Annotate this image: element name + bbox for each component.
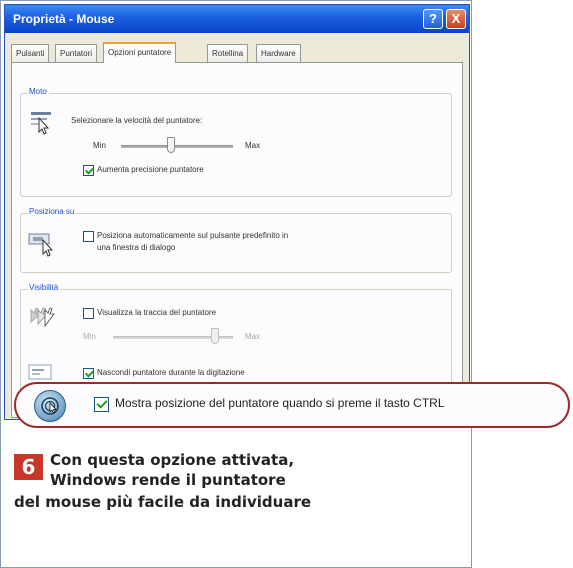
pointer-location-glyph: [41, 397, 59, 415]
speed-slider-thumb[interactable]: [167, 137, 176, 153]
trails-max-label: Max: [245, 332, 261, 341]
caption-line-3: del mouse più facile da individuare: [14, 493, 312, 511]
title-bar[interactable]: Proprietà - Mouse ? X: [5, 5, 469, 33]
hide-while-typing-label: Nascondi puntatore durante la digitazion…: [97, 368, 245, 377]
pointer-trails-icon: [30, 307, 55, 328]
enhance-precision-checkbox[interactable]: [83, 165, 94, 176]
speed-label: Selezionare la velocità del puntatore:: [71, 116, 203, 125]
pointer-location-icon: [34, 390, 66, 422]
caption-line-2: Windows rende il puntatore: [50, 471, 286, 489]
snap-to-group: Posiziona su Posiziona automaticamente s…: [20, 207, 452, 273]
show-location-label: Mostra posizione del puntatore quando si…: [115, 396, 445, 410]
pointer-trails-checkbox[interactable]: [83, 308, 94, 319]
step-number-badge: 6: [14, 454, 43, 480]
tab-hardware[interactable]: Hardware: [256, 44, 301, 62]
show-location-checkbox[interactable]: [94, 397, 109, 412]
tab-pulsanti[interactable]: Pulsanti: [11, 44, 50, 62]
close-button[interactable]: X: [446, 9, 466, 29]
hide-while-typing-checkbox[interactable]: [83, 368, 94, 379]
caption-line-1: Con questa opzione attivata,: [50, 451, 295, 469]
hide-while-typing-icon: [28, 364, 52, 380]
speed-min-label: Min: [93, 141, 106, 150]
options-panel: Moto Selezionare la velocità del puntato…: [11, 62, 463, 418]
snap-to-label-line1: Posiziona automaticamente sul pulsante p…: [97, 231, 289, 240]
motion-group: Moto Selezionare la velocità del puntato…: [20, 87, 452, 197]
help-button[interactable]: ?: [423, 9, 443, 29]
speed-max-label: Max: [245, 141, 261, 150]
mouse-properties-dialog: Proprietà - Mouse ? X Pulsanti Puntatori…: [4, 4, 470, 420]
snap-to-label-line2: una finestra di dialogo: [97, 243, 176, 252]
speed-slider-track[interactable]: [121, 145, 233, 148]
snap-to-checkbox[interactable]: [83, 231, 94, 242]
visibility-group-label: Visibilità: [27, 283, 61, 292]
enhance-precision-label: Aumenta precisione puntatore: [97, 165, 204, 174]
tab-opzioni-puntatore[interactable]: Opzioni puntatore: [103, 42, 177, 63]
pointer-trails-label: Visualizza la traccia del puntatore: [97, 308, 217, 317]
motion-group-label: Moto: [27, 87, 49, 96]
show-location-highlight: Mostra posizione del puntatore quando si…: [14, 382, 570, 428]
tab-rotellina[interactable]: Rotellina: [207, 44, 249, 62]
pointer-speed-icon: [31, 112, 51, 135]
window-title: Proprietà - Mouse: [13, 12, 115, 26]
snap-to-group-label: Posiziona su: [27, 207, 77, 216]
trails-slider-thumb[interactable]: [211, 328, 219, 344]
trails-min-label: Min: [83, 332, 96, 341]
tab-puntatori[interactable]: Puntatori: [55, 44, 98, 62]
snap-to-icon: [28, 233, 54, 257]
